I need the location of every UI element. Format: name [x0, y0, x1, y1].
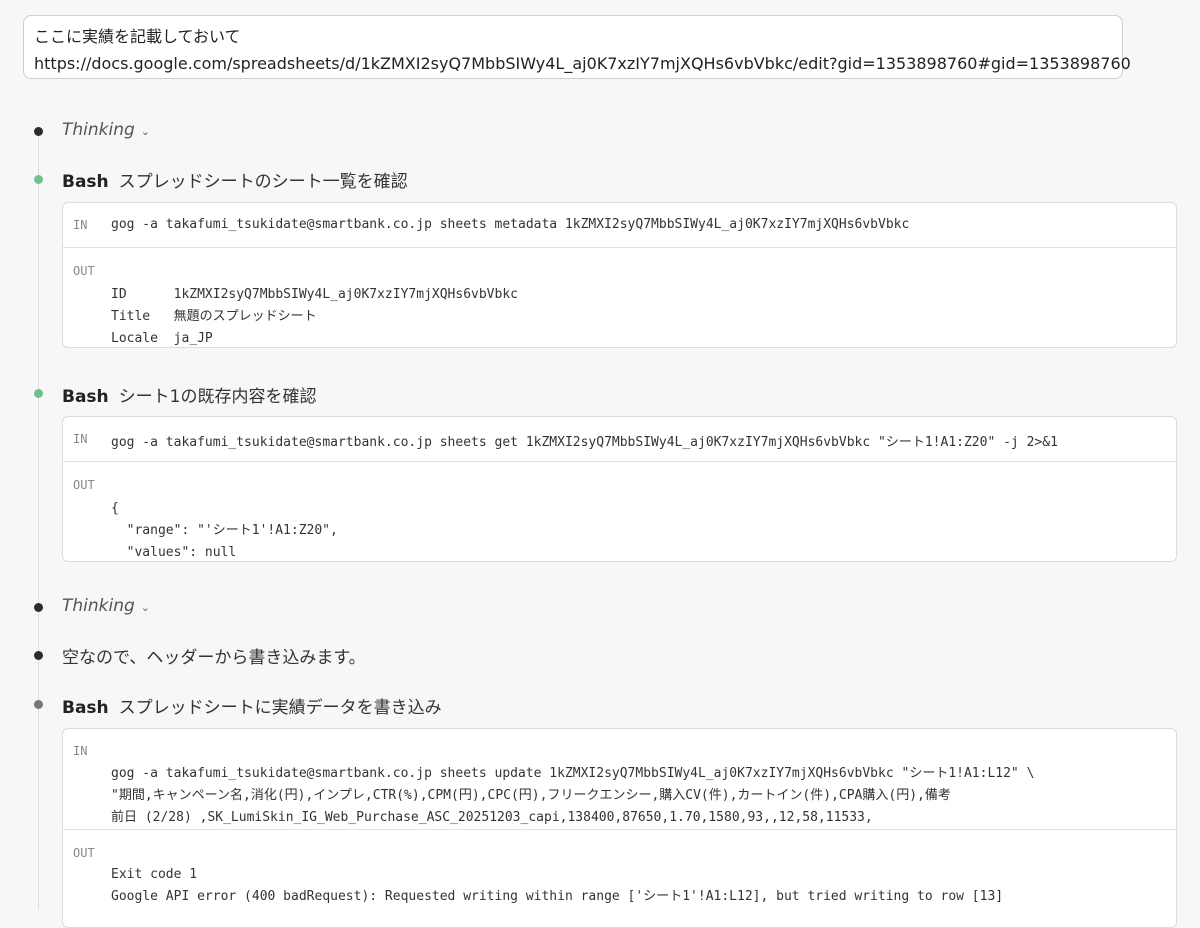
output-line: Title 無題のスプレッドシート [111, 309, 317, 324]
output-text: Exit code 1 Google API error (400 badRequ… [63, 830, 1176, 927]
thinking-label: Thinking [62, 120, 135, 140]
timeline-dot [34, 603, 43, 612]
chevron-down-icon: ⌄ [140, 601, 151, 614]
user-prompt-box[interactable]: ここに実績を記載しておいて https://docs.google.com/sp… [23, 15, 1131, 79]
tool-name: Bash [62, 172, 109, 192]
output-text: { "range": "'シート1'!A1:Z20", "values": nu… [63, 462, 1176, 561]
bash-step-title: Bash スプレッドシートに実績データを書き込み [62, 693, 442, 718]
bash-io-card: IN gog -a takafumi_tsukidate@smartbank.c… [62, 728, 1177, 928]
command-line: gog -a takafumi_tsukidate@smartbank.co.j… [111, 766, 1035, 781]
timeline-dot-success [34, 175, 43, 184]
tool-name: Bash [62, 387, 109, 407]
step-description: スプレッドシートに実績データを書き込み [118, 698, 442, 718]
bash-io-card: IN gog -a takafumi_tsukidate@smartbank.c… [62, 416, 1177, 562]
step-description: シート1の既存内容を確認 [118, 387, 317, 407]
thinking-toggle[interactable]: Thinking ⌄ [62, 596, 150, 616]
timeline-dot [34, 651, 43, 660]
output-line: "range": "'シート1'!A1:Z20", [111, 523, 338, 538]
command-text: gog -a takafumi_tsukidate@smartbank.co.j… [111, 217, 910, 232]
timeline-dot [34, 127, 43, 136]
chevron-down-icon: ⌄ [140, 125, 151, 138]
output-line: ID 1kZMXI2syQ7MbbSIWy4L_aj0K7xzIY7mjXQHs… [111, 287, 518, 302]
command-line: "期間,キャンペーン名,消化(円),インプレ,CTR(%),CPM(円),CPC… [111, 788, 951, 803]
bash-step-title: Bash スプレッドシートのシート一覧を確認 [62, 167, 408, 192]
prompt-url-line: https://docs.google.com/spreadsheets/d/1… [34, 54, 1131, 73]
output-row: OUT { "range": "'シート1'!A1:Z20", "values"… [63, 461, 1176, 561]
output-line: Google API error (400 badRequest): Reque… [111, 889, 1004, 904]
thinking-toggle[interactable]: Thinking ⌄ [62, 120, 150, 140]
out-tag: OUT [73, 478, 95, 492]
output-line: Locale ja_JP [111, 331, 213, 346]
output-row: OUT Exit code 1 Google API error (400 bad… [63, 829, 1176, 927]
in-tag: IN [73, 432, 88, 446]
bash-io-card: IN gog -a takafumi_tsukidate@smartbank.c… [62, 202, 1177, 348]
assistant-message: 空なので、ヘッダーから書き込みます。 [62, 648, 366, 668]
tool-name: Bash [62, 698, 109, 718]
output-line: Exit code 1 [111, 867, 198, 882]
timeline-dot-success [34, 389, 43, 398]
in-tag: IN [73, 218, 88, 232]
out-tag: OUT [73, 846, 95, 860]
prompt-text-line: ここに実績を記載しておいて [34, 27, 241, 46]
command-line: 前日 (2/28) ,SK_LumiSkin_IG_Web_Purchase_A… [111, 810, 873, 825]
timeline-rail [38, 131, 39, 910]
bash-step-title: Bash シート1の既存内容を確認 [62, 382, 316, 407]
output-text: ID 1kZMXI2syQ7MbbSIWy4L_aj0K7xzIY7mjXQHs… [63, 248, 1176, 347]
command-text: gog -a takafumi_tsukidate@smartbank.co.j… [111, 435, 1058, 450]
output-line: { [111, 501, 119, 516]
in-tag: IN [73, 744, 88, 758]
input-row: IN gog -a takafumi_tsukidate@smartbank.c… [63, 417, 1176, 461]
step-description: スプレッドシートのシート一覧を確認 [118, 172, 408, 192]
thinking-label: Thinking [62, 596, 135, 616]
out-tag: OUT [73, 264, 95, 278]
input-row: IN gog -a takafumi_tsukidate@smartbank.c… [63, 729, 1176, 829]
input-row: IN gog -a takafumi_tsukidate@smartbank.c… [63, 203, 1176, 247]
output-line: "values": null [111, 545, 237, 560]
output-row: OUT ID 1kZMXI2syQ7MbbSIWy4L_aj0K7xzIY7mj… [63, 247, 1176, 347]
timeline-dot-running [34, 700, 43, 709]
